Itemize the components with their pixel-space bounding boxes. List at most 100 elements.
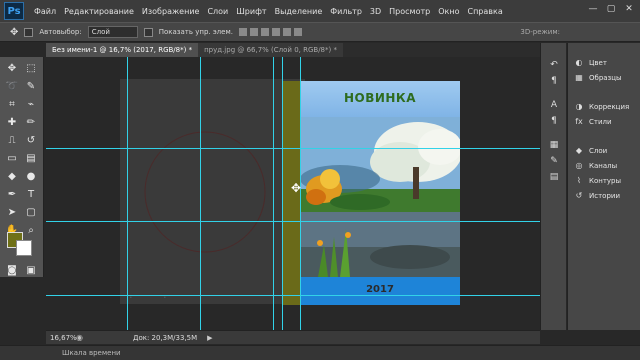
document-tabs: Без имени-1 @ 16,7% (2017, RGB/8*) * пру… bbox=[46, 43, 540, 57]
pen-icon[interactable]: ✒ bbox=[5, 187, 19, 201]
align-buttons bbox=[238, 28, 302, 36]
minimize-icon[interactable]: — bbox=[586, 3, 600, 15]
menu-3d[interactable]: 3D bbox=[366, 7, 385, 16]
front-cover: НОВИНКА 2017 bbox=[300, 81, 460, 305]
cover-title: НОВИНКА bbox=[343, 91, 417, 105]
styles-icon: fx bbox=[575, 117, 583, 126]
guide-horizontal[interactable] bbox=[46, 148, 540, 149]
move-tool-preset-icon[interactable]: ✥ bbox=[10, 27, 18, 38]
document-back-cover bbox=[120, 79, 305, 304]
guide-vertical[interactable] bbox=[200, 57, 201, 330]
panel-layers[interactable]: ◆ Слои bbox=[568, 143, 640, 158]
panel-label: Истории bbox=[589, 191, 620, 200]
maximize-icon[interactable]: ▢ bbox=[604, 3, 618, 15]
eyedropper-icon[interactable]: ⌁ bbox=[24, 97, 38, 111]
blur-icon[interactable]: ◆ bbox=[5, 169, 19, 183]
panels-dock: ◐ Цвет ▦ Образцы ◑ Коррекция fx Стили ◆ … bbox=[567, 43, 640, 330]
quick-select-icon[interactable]: ✎ bbox=[24, 79, 38, 93]
menu-select[interactable]: Выделение bbox=[271, 7, 327, 16]
cover-year: 2017 bbox=[366, 284, 394, 295]
align-top-icon[interactable] bbox=[238, 28, 247, 36]
panel-group-color: ◐ Цвет ▦ Образцы bbox=[568, 55, 640, 85]
move-icon[interactable]: ✥ bbox=[5, 61, 19, 75]
panel-history[interactable]: ↺ Истории bbox=[568, 188, 640, 203]
menu-view[interactable]: Просмотр bbox=[385, 7, 434, 16]
collapsed-panel-icons: ↶ ¶ A ¶ ▦ ✎ ▤ bbox=[540, 43, 566, 330]
autoselect-checkbox[interactable] bbox=[24, 27, 34, 37]
healing-brush-icon[interactable]: ✚ bbox=[5, 115, 19, 129]
menu-file[interactable]: Файл bbox=[30, 7, 60, 16]
zoom-icon[interactable]: ⌕ bbox=[24, 223, 38, 237]
adjust-icon[interactable]: ¶ bbox=[548, 75, 560, 87]
marquee-icon[interactable]: ⬚ bbox=[24, 61, 38, 75]
menu-help[interactable]: Справка bbox=[463, 7, 506, 16]
guide-horizontal[interactable] bbox=[46, 295, 540, 296]
panel-group-layers: ◆ Слои ◎ Каналы ⌇ Контуры ↺ Истории bbox=[568, 143, 640, 203]
menu-window[interactable]: Окно bbox=[434, 7, 463, 16]
panel-adjustments[interactable]: ◑ Коррекция bbox=[568, 99, 640, 114]
history-brush-icon[interactable]: ↺ bbox=[24, 133, 38, 147]
menu-image[interactable]: Изображение bbox=[138, 7, 204, 16]
panel-color[interactable]: ◐ Цвет bbox=[568, 55, 640, 70]
correction-icon: ◑ bbox=[575, 102, 583, 111]
history-icon[interactable]: ↶ bbox=[548, 59, 560, 71]
guide-horizontal[interactable] bbox=[46, 221, 540, 222]
align-center-icon[interactable] bbox=[282, 28, 291, 36]
panel-label: Контуры bbox=[589, 176, 622, 185]
canvas-area[interactable]: НОВИНКА 2017 • • ✥ bbox=[46, 57, 540, 330]
guide-vertical[interactable] bbox=[282, 57, 283, 330]
menu-type[interactable]: Шрифт bbox=[232, 7, 270, 16]
menu-layers[interactable]: Слои bbox=[203, 7, 232, 16]
panel-paths[interactable]: ⌇ Контуры bbox=[568, 173, 640, 188]
align-right-icon[interactable] bbox=[293, 28, 302, 36]
align-bottom-icon[interactable] bbox=[260, 28, 269, 36]
lasso-icon[interactable]: ➰ bbox=[5, 79, 19, 93]
tab-prud[interactable]: пруд.jpg @ 66,7% (Слой 0, RGB/8*) * bbox=[198, 43, 343, 57]
gradient-icon[interactable]: ▤ bbox=[24, 151, 38, 165]
panel-channels[interactable]: ◎ Каналы bbox=[568, 158, 640, 173]
eraser-icon[interactable]: ▭ bbox=[5, 151, 19, 165]
guide-vertical[interactable] bbox=[127, 57, 128, 330]
type-icon[interactable]: T bbox=[24, 187, 38, 201]
history-panel-icon: ↺ bbox=[575, 191, 583, 200]
panel-styles[interactable]: fx Стили bbox=[568, 114, 640, 129]
paragraph-icon[interactable]: ¶ bbox=[548, 115, 560, 127]
status-menu-arrow-icon[interactable]: ▶ bbox=[207, 334, 212, 342]
screen-mode-icon[interactable]: ▣ bbox=[24, 263, 38, 277]
document-size-info[interactable]: Док: 20,3M/33,5M bbox=[133, 334, 197, 342]
guide-vertical[interactable] bbox=[273, 57, 274, 330]
quick-mask-icon[interactable]: ◙ bbox=[5, 263, 19, 277]
panel-label: Образцы bbox=[589, 73, 622, 82]
path-select-icon[interactable]: ➤ bbox=[5, 205, 19, 219]
brush-icon[interactable]: ✏ bbox=[24, 115, 38, 129]
autoselect-label: Автовыбор: bbox=[39, 28, 82, 36]
zoom-level[interactable]: 16,67% bbox=[46, 334, 77, 342]
shape-icon[interactable]: ▢ bbox=[24, 205, 38, 219]
panel-swatches[interactable]: ▦ Образцы bbox=[568, 70, 640, 85]
timeline-panel-tab[interactable]: Шкала времени bbox=[0, 345, 640, 360]
align-middle-icon[interactable] bbox=[249, 28, 258, 36]
3d-mode-label: 3D-режим: bbox=[520, 28, 560, 36]
align-left-icon[interactable] bbox=[271, 28, 280, 36]
channels-icon: ◎ bbox=[575, 161, 583, 170]
cover-landscape-image bbox=[300, 117, 460, 277]
crop-icon[interactable]: ⌗ bbox=[5, 97, 19, 111]
panel-label: Стили bbox=[589, 117, 612, 126]
show-controls-checkbox[interactable] bbox=[143, 27, 153, 37]
dodge-icon[interactable]: ● bbox=[24, 169, 38, 183]
menu-edit[interactable]: Редактирование bbox=[60, 7, 138, 16]
panel-group-adjust: ◑ Коррекция fx Стили bbox=[568, 99, 640, 129]
close-icon[interactable]: ✕ bbox=[622, 3, 636, 15]
clone-stamp-icon[interactable]: ⎍ bbox=[5, 133, 19, 147]
menu-bar: Ps Файл Редактирование Изображение Слои … bbox=[0, 0, 640, 22]
swatch-icon[interactable]: ▦ bbox=[548, 139, 560, 151]
tab-untitled-1[interactable]: Без имени-1 @ 16,7% (2017, RGB/8*) * bbox=[46, 43, 199, 57]
character-icon[interactable]: A bbox=[548, 99, 560, 111]
brush-panel-icon[interactable]: ✎ bbox=[548, 155, 560, 167]
menu-filter[interactable]: Фильтр bbox=[326, 7, 366, 16]
layer-comps-icon[interactable]: ▤ bbox=[548, 171, 560, 183]
share-icon[interactable]: ◉ bbox=[76, 333, 83, 342]
autoselect-dropdown[interactable]: Слой bbox=[87, 26, 138, 38]
photoshop-logo: Ps bbox=[4, 2, 24, 20]
background-color-swatch[interactable] bbox=[16, 240, 32, 256]
